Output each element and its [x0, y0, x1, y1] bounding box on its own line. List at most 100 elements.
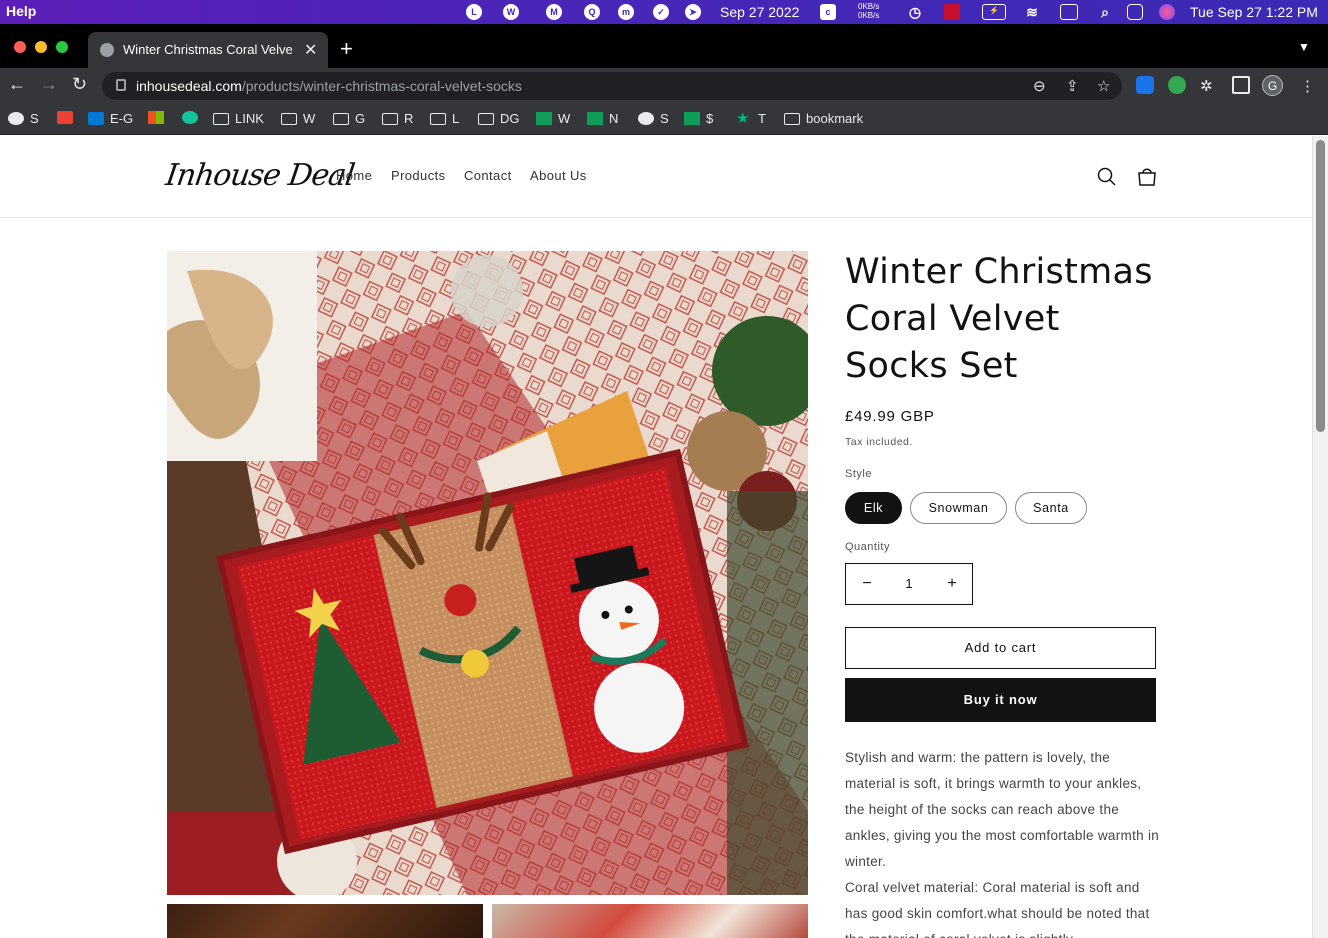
bookmark-folder[interactable]: DG [478, 111, 520, 126]
tab-close-icon[interactable]: ✕ [304, 40, 317, 60]
macos-menubar: Help L W M Q m ✓ ➤ Sep 27 2022 c 0KB/s 0… [0, 0, 1328, 24]
site-logo[interactable]: Inhouse Deal [164, 158, 357, 193]
window-minimize-button[interactable] [35, 41, 47, 53]
bookmark-item[interactable]: ★ T [736, 111, 766, 126]
messenger-icon[interactable]: m [618, 4, 634, 20]
bookmark-item[interactable]: W [536, 111, 570, 126]
bookmark-item[interactable]: $ [684, 111, 713, 126]
product-price: £49.99 GBP [845, 408, 935, 425]
wechat-icon[interactable]: W [503, 4, 519, 20]
window-zoom-button[interactable] [56, 41, 68, 53]
qq-icon[interactable]: Q [584, 4, 600, 20]
cart-icon[interactable] [1136, 166, 1158, 188]
nav-products[interactable]: Products [391, 168, 446, 183]
style-option-santa[interactable]: Santa [1015, 492, 1087, 524]
tab-favicon-icon [100, 43, 114, 57]
folder-icon [382, 112, 398, 125]
bookmark-item[interactable]: S [8, 111, 39, 126]
bookmark-item[interactable] [148, 111, 164, 124]
globe-icon [8, 112, 24, 125]
add-to-cart-button[interactable]: Add to cart [845, 627, 1156, 669]
side-panel-icon[interactable] [1232, 76, 1250, 94]
bookmark-star-icon[interactable]: ☆ [1097, 77, 1110, 95]
quantity-decrease-button[interactable]: − [846, 564, 888, 604]
gmail-icon [57, 111, 73, 124]
bookmark-item[interactable] [182, 111, 198, 124]
bookmark-folder[interactable]: W [281, 111, 315, 126]
spotlight-search-icon[interactable]: ⌕ [1097, 4, 1113, 20]
site-header: Inhouse Deal Home Products Contact About… [0, 136, 1312, 218]
download-extension-icon[interactable] [1136, 76, 1154, 94]
product-main-image[interactable] [167, 251, 808, 895]
sheets-icon [587, 112, 603, 125]
quantity-stepper: − 1 + [845, 563, 973, 605]
bookmark-item[interactable]: N [587, 111, 618, 126]
bookmark-folder[interactable]: R [382, 111, 413, 126]
browser-tab-active[interactable]: Winter Christmas Coral Velvet Socks Set … [88, 32, 328, 68]
folder-icon [784, 112, 800, 125]
trustpilot-star-icon: ★ [736, 110, 750, 127]
tax-note: Tax included. [845, 436, 913, 448]
cat-app-icon[interactable]: c [820, 4, 836, 20]
control-center-icon[interactable] [1127, 4, 1143, 20]
sheets-icon [536, 112, 552, 125]
profile-avatar[interactable]: G [1262, 75, 1283, 96]
menubar-date: Sep 27 2022 [720, 4, 800, 20]
forward-button[interactable]: → [40, 74, 58, 95]
send-icon[interactable]: ➤ [685, 4, 701, 20]
bookmark-item[interactable] [57, 111, 73, 124]
nav-home[interactable]: Home [336, 168, 372, 183]
share-icon[interactable]: ⇪ [1066, 77, 1079, 95]
nav-contact[interactable]: Contact [464, 168, 512, 183]
description-paragraph: Coral velvet material: Coral material is… [845, 880, 1150, 938]
battery-icon[interactable]: ⚡ [982, 4, 1006, 20]
menubar-clock[interactable]: Tue Sep 27 1:22 PM [1190, 4, 1318, 20]
folder-icon [430, 112, 446, 125]
green-extension-icon[interactable] [1168, 76, 1186, 94]
bookmarks-bar: S E-G LINK W G R L DG W N S $ ★ T bookmar… [0, 102, 1328, 135]
browser-menu-icon[interactable]: ⋮ [1300, 77, 1315, 95]
window-close-button[interactable] [14, 41, 26, 53]
style-option-snowman[interactable]: Snowman [910, 492, 1007, 524]
bookmark-folder[interactable]: L [430, 111, 459, 126]
quantity-input[interactable]: 1 [888, 564, 930, 604]
bookmark-folder[interactable]: G [333, 111, 365, 126]
zoom-icon[interactable]: ⊖ [1033, 77, 1046, 95]
nav-about-us[interactable]: About Us [530, 168, 587, 183]
product-thumbnail-1[interactable] [167, 904, 483, 938]
url-text[interactable]: inhousedeal.com/products/winter-christma… [136, 78, 522, 94]
lock-icon[interactable] [116, 79, 126, 91]
time-machine-icon[interactable]: ◷ [907, 4, 923, 20]
line-app-icon[interactable]: L [466, 4, 482, 20]
cow-app-icon[interactable]: M [546, 4, 562, 20]
bookmark-folder[interactable]: LINK [213, 111, 264, 126]
address-bar[interactable]: inhousedeal.com/products/winter-christma… [102, 72, 1122, 100]
description-paragraph: Stylish and warm: the pattern is lovely,… [845, 750, 1160, 869]
product-thumbnail-2[interactable] [492, 904, 808, 938]
quantity-increase-button[interactable]: + [931, 564, 973, 604]
wifi-icon[interactable]: ≋ [1024, 4, 1040, 20]
us-flag-icon[interactable] [944, 4, 960, 20]
product-description: Stylish and warm: the pattern is lovely,… [845, 745, 1160, 938]
scrollbar-thumb[interactable] [1316, 140, 1325, 432]
bookmark-item[interactable]: S [638, 111, 669, 126]
new-tab-button[interactable]: + [340, 36, 353, 62]
tab-search-chevron-icon[interactable]: ▼ [1298, 40, 1310, 54]
back-button[interactable]: ← [8, 74, 26, 95]
siri-icon[interactable] [1159, 4, 1175, 20]
style-option-elk[interactable]: Elk [845, 492, 902, 524]
grammarly-icon [182, 111, 198, 124]
search-icon[interactable] [1096, 166, 1118, 188]
reload-button[interactable]: ↻ [72, 74, 87, 95]
buy-now-button[interactable]: Buy it now [845, 678, 1156, 722]
page-scrollbar[interactable] [1312, 136, 1328, 938]
extensions-puzzle-icon[interactable]: ✲ [1200, 77, 1213, 95]
memory-icon[interactable] [1060, 4, 1078, 20]
check-icon[interactable]: ✓ [653, 4, 669, 20]
help-menu[interactable]: Help [6, 3, 36, 19]
bookmark-folder[interactable]: bookmark [784, 111, 863, 126]
tab-title: Winter Christmas Coral Velvet Socks Set [123, 42, 293, 57]
folder-icon [281, 112, 297, 125]
bookmark-item[interactable]: E-G [88, 111, 133, 126]
style-label: Style [845, 468, 872, 480]
